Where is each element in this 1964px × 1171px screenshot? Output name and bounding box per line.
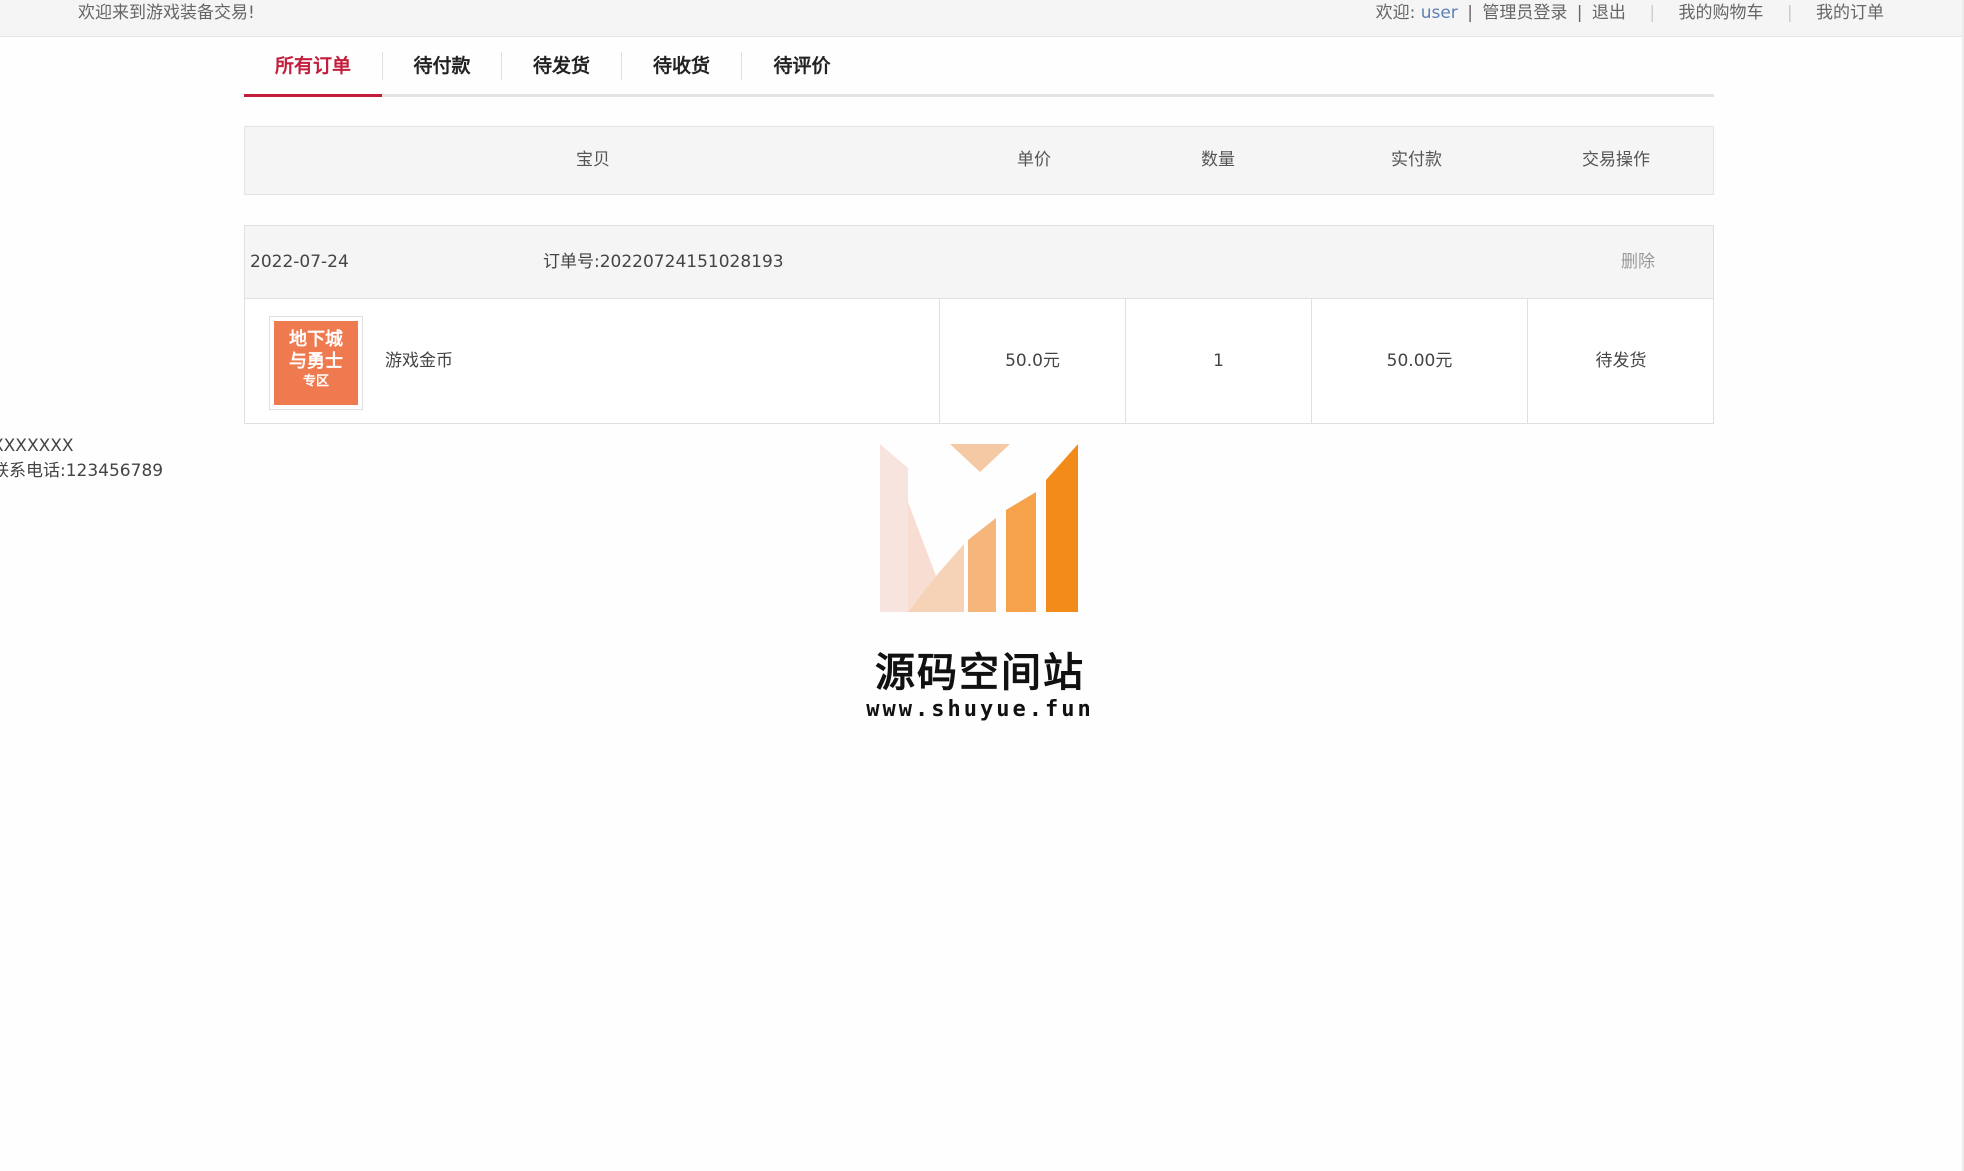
order-item-row: 地下城 与勇士 专区 游戏金币 50.0元 1 50.00元 待发货 bbox=[245, 299, 1713, 423]
paid-cell: 50.00元 bbox=[1311, 299, 1527, 423]
logout-link[interactable]: 退出 bbox=[1592, 3, 1626, 23]
separator: | bbox=[1467, 3, 1473, 23]
order-card: 2022-07-24 订单号:20220724151028193 删除 地下城 … bbox=[244, 225, 1714, 424]
order-date: 2022-07-24 bbox=[250, 252, 349, 272]
unit-price-cell: 50.0元 bbox=[939, 299, 1125, 423]
order-header: 2022-07-24 订单号:20220724151028193 删除 bbox=[245, 226, 1713, 299]
my-cart-link[interactable]: 我的购物车 bbox=[1678, 3, 1763, 23]
column-item: 宝贝 bbox=[576, 150, 610, 170]
admin-login-link[interactable]: 管理员登录 bbox=[1482, 3, 1567, 23]
my-orders-link[interactable]: 我的订单 bbox=[1816, 3, 1884, 23]
quantity-cell: 1 bbox=[1125, 299, 1311, 423]
top-bar-links: 欢迎: user | 管理员登录 | 退出 | 我的购物车 | 我的订单 bbox=[1376, 0, 1884, 26]
separator: | bbox=[1649, 3, 1656, 23]
column-quantity: 数量 bbox=[1201, 150, 1235, 170]
watermark-title: 源码空间站 bbox=[875, 650, 1085, 696]
product-thumbnail[interactable]: 地下城 与勇士 专区 bbox=[269, 316, 363, 410]
order-table-header: 宝贝 单价 数量 实付款 交易操作 bbox=[244, 126, 1714, 195]
tab-all-orders[interactable]: 所有订单 bbox=[244, 44, 382, 97]
column-action: 交易操作 bbox=[1582, 150, 1650, 170]
order-tabs: 所有订单 待付款 待发货 待收货 待评价 bbox=[244, 44, 1714, 97]
tab-pending-receipt[interactable]: 待收货 bbox=[622, 44, 741, 94]
greeting-label: 欢迎: bbox=[1375, 3, 1416, 23]
tab-pending-payment[interactable]: 待付款 bbox=[383, 44, 501, 94]
footer-phone: 联系电话:123456789 bbox=[0, 461, 164, 481]
column-unit-price: 单价 bbox=[1017, 150, 1051, 170]
status-cell: 待发货 bbox=[1527, 299, 1714, 423]
welcome-text: 欢迎来到游戏装备交易! bbox=[78, 3, 255, 23]
watermark-url: www.shuyue.fun bbox=[866, 697, 1094, 722]
separator: | bbox=[1786, 3, 1793, 23]
top-bar: 欢迎来到游戏装备交易! 欢迎: user | 管理员登录 | 退出 | 我的购物… bbox=[0, 0, 1964, 37]
column-paid: 实付款 bbox=[1391, 150, 1442, 170]
order-number: 订单号:20220724151028193 bbox=[543, 252, 784, 272]
tab-pending-shipment[interactable]: 待发货 bbox=[502, 44, 621, 94]
separator: | bbox=[1576, 3, 1583, 23]
username-link[interactable]: user bbox=[1421, 3, 1458, 23]
product-image-text: 与勇士 bbox=[289, 351, 343, 372]
delete-order-link[interactable]: 删除 bbox=[1621, 226, 1655, 298]
footer-line: XXXXXXX bbox=[0, 436, 74, 456]
product-image-text: 地下城 bbox=[289, 329, 343, 350]
footer-info: XXXXXXX 联系电话:123456789 bbox=[0, 434, 163, 484]
product-image: 地下城 与勇士 专区 bbox=[274, 321, 358, 405]
product-name-link[interactable]: 游戏金币 bbox=[385, 299, 453, 423]
product-image-text: 专区 bbox=[302, 374, 329, 389]
tab-pending-review[interactable]: 待评价 bbox=[742, 44, 862, 94]
